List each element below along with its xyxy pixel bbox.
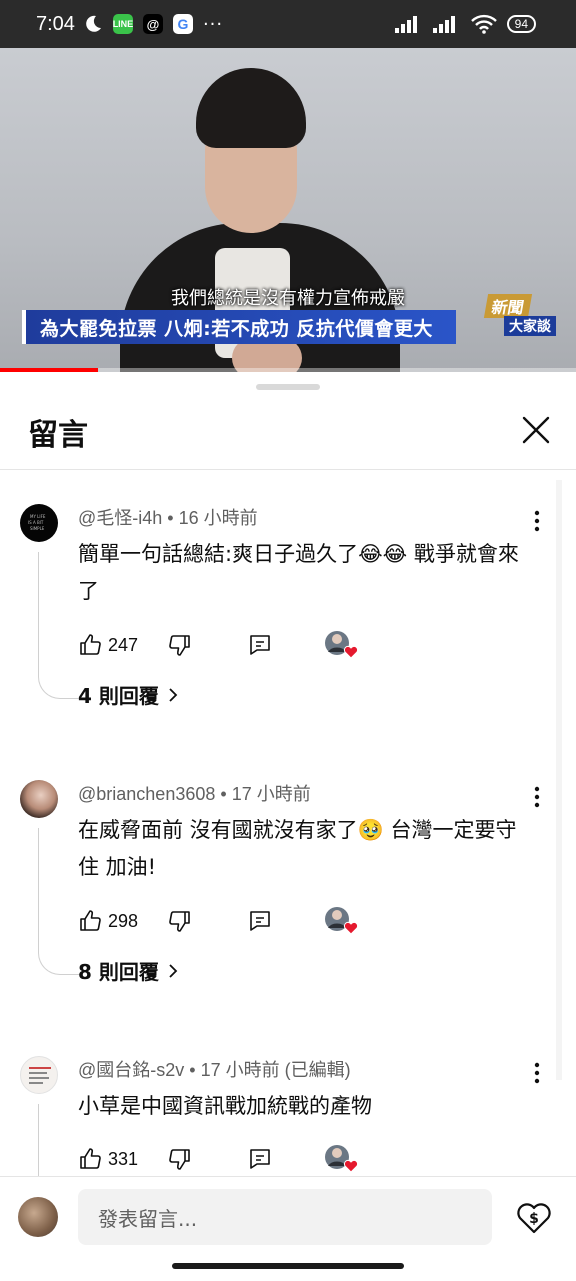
threads-icon: @ bbox=[142, 14, 163, 34]
comment-text: 簡單一句話總結:爽日子過久了😂😂 戰爭就會來了 bbox=[78, 542, 519, 603]
dislike-button[interactable] bbox=[168, 630, 192, 660]
reply-icon bbox=[250, 1149, 270, 1169]
avatar[interactable]: MY LIFE IS A BIT SIMPLE bbox=[20, 504, 58, 542]
thread-connector bbox=[38, 828, 81, 975]
header-divider bbox=[0, 469, 576, 470]
more-dots-icon: ··· bbox=[202, 13, 224, 35]
creator-heart-icon bbox=[325, 907, 359, 935]
like-count: 298 bbox=[108, 910, 139, 931]
svg-text:IS A BIT: IS A BIT bbox=[28, 520, 44, 525]
news-headline-bar: 為大罷免拉票 八炯:若不成功 反抗代價會更大 bbox=[22, 310, 456, 344]
view-replies-button[interactable]: 8 則回覆 bbox=[78, 956, 179, 985]
thread-connector bbox=[38, 552, 81, 699]
comment-input-placeholder: 發表留言... bbox=[98, 1206, 198, 1231]
line-icon: LINE bbox=[113, 14, 133, 34]
thumb-down-icon bbox=[169, 911, 190, 932]
comment-author[interactable]: @brianchen3608 bbox=[78, 784, 215, 804]
google-icon: G bbox=[172, 14, 193, 34]
video-player[interactable]: 我們總統是沒有權力宣佈戒嚴 為大罷免拉票 八炯:若不成功 反抗代價會更大 新聞 … bbox=[0, 48, 576, 372]
status-indicators: 94 bbox=[394, 0, 536, 48]
sheet-title: 留言 bbox=[28, 418, 88, 453]
view-replies-button[interactable]: 4 則回覆 bbox=[78, 680, 179, 709]
svg-text:$: $ bbox=[529, 1211, 539, 1227]
more-vert-icon[interactable] bbox=[526, 1060, 548, 1086]
comment-author[interactable]: @毛怪-i4h bbox=[78, 508, 162, 528]
comment-actions: 247 bbox=[78, 630, 378, 660]
comment-author[interactable]: @國台銘-s2v bbox=[78, 1060, 184, 1080]
super-thanks-icon[interactable]: $ bbox=[514, 1197, 554, 1237]
comment-time: 17 小時前 (已編輯) bbox=[200, 1060, 351, 1080]
creator-heart-icon bbox=[325, 631, 359, 659]
dislike-button[interactable] bbox=[168, 1144, 192, 1174]
wifi-icon bbox=[470, 14, 497, 34]
reply-button[interactable] bbox=[248, 1144, 272, 1174]
chevron-right-icon bbox=[169, 687, 178, 702]
signal-icon-2 bbox=[432, 16, 455, 33]
battery-indicator: 94 bbox=[506, 15, 536, 33]
status-time: 7:04 bbox=[36, 12, 75, 35]
comment-text: 在威脅面前 沒有國就沒有家了🥹 台灣一定要守住 加油! bbox=[78, 818, 517, 879]
replies-count: 8 則回覆 bbox=[78, 960, 159, 984]
reply-button[interactable] bbox=[248, 630, 272, 660]
thumb-up-icon bbox=[80, 910, 101, 931]
status-app-icons: LINE @ G ··· bbox=[83, 14, 223, 35]
comment-composer: 發表留言... $ bbox=[0, 1176, 576, 1281]
comment-meta: @國台銘-s2v • 17 小時前 (已編輯) bbox=[78, 1060, 351, 1080]
like-button[interactable]: 298 bbox=[78, 906, 138, 936]
logo-top-text: 新聞 bbox=[483, 294, 533, 318]
comment-text: 小草是中國資訊戰加統戰的產物 bbox=[78, 1094, 372, 1118]
reply-button[interactable] bbox=[248, 906, 272, 936]
comment-meta: @毛怪-i4h • 16 小時前 bbox=[78, 508, 258, 528]
more-vert-icon[interactable] bbox=[526, 508, 548, 534]
like-count: 247 bbox=[108, 634, 139, 655]
news-headline: 為大罷免拉票 八炯:若不成功 反抗代價會更大 bbox=[40, 317, 433, 340]
moon-icon bbox=[86, 15, 101, 32]
avatar[interactable] bbox=[20, 1056, 58, 1094]
comment-actions: 331 bbox=[78, 1144, 378, 1174]
svg-text:MY LIFE: MY LIFE bbox=[30, 514, 46, 519]
thumb-up-icon bbox=[80, 634, 101, 655]
thumb-down-icon bbox=[169, 635, 190, 656]
comment-meta: @brianchen3608 • 17 小時前 bbox=[78, 784, 311, 804]
comment-item: @brianchen3608 • 17 小時前 在威脅面前 沒有國就沒有家了🥹 … bbox=[0, 780, 576, 1020]
video-frame-hair bbox=[196, 68, 306, 148]
status-bar: 7:04 LINE @ G ··· 94 bbox=[0, 0, 576, 48]
gesture-nav-bar[interactable] bbox=[172, 1263, 404, 1269]
svg-text:SIMPLE: SIMPLE bbox=[30, 526, 45, 531]
comment-time: 16 小時前 bbox=[178, 508, 258, 528]
like-button[interactable]: 247 bbox=[78, 630, 138, 660]
more-vert-icon[interactable] bbox=[526, 784, 548, 810]
comment-actions: 298 bbox=[78, 906, 378, 936]
comment-time: 17 小時前 bbox=[231, 784, 311, 804]
drag-handle[interactable] bbox=[256, 384, 320, 390]
comment-item: @國台銘-s2v • 17 小時前 (已編輯) 小草是中國資訊戰加統戰的產物 3… bbox=[0, 1056, 576, 1204]
replies-count: 4 則回覆 bbox=[78, 684, 159, 708]
creator-heart-icon bbox=[325, 1145, 359, 1173]
signal-icon bbox=[394, 16, 417, 33]
comment-item: MY LIFE IS A BIT SIMPLE @毛怪-i4h • 16 小時前 簡… bbox=[0, 504, 576, 744]
reply-icon bbox=[250, 911, 270, 931]
dislike-button[interactable] bbox=[168, 906, 192, 936]
like-button[interactable]: 331 bbox=[78, 1144, 138, 1174]
reply-icon bbox=[250, 635, 270, 655]
chevron-right-icon bbox=[169, 963, 178, 978]
like-count: 331 bbox=[108, 1148, 139, 1169]
sheet-header: 留言 bbox=[0, 400, 576, 460]
logo-bottom-text: 大家談 bbox=[504, 316, 556, 336]
close-icon[interactable] bbox=[518, 412, 554, 448]
thumb-down-icon bbox=[169, 1149, 190, 1170]
comments-sheet: 留言 MY LIFE IS A BIT SIMPLE @毛怪-i4h • 16 小時… bbox=[0, 372, 576, 1280]
my-avatar[interactable] bbox=[18, 1197, 58, 1237]
thumb-up-icon bbox=[80, 1148, 101, 1169]
channel-logo: 新聞 大家談 bbox=[482, 294, 558, 338]
avatar[interactable] bbox=[20, 780, 58, 818]
comment-input[interactable]: 發表留言... bbox=[78, 1189, 492, 1245]
